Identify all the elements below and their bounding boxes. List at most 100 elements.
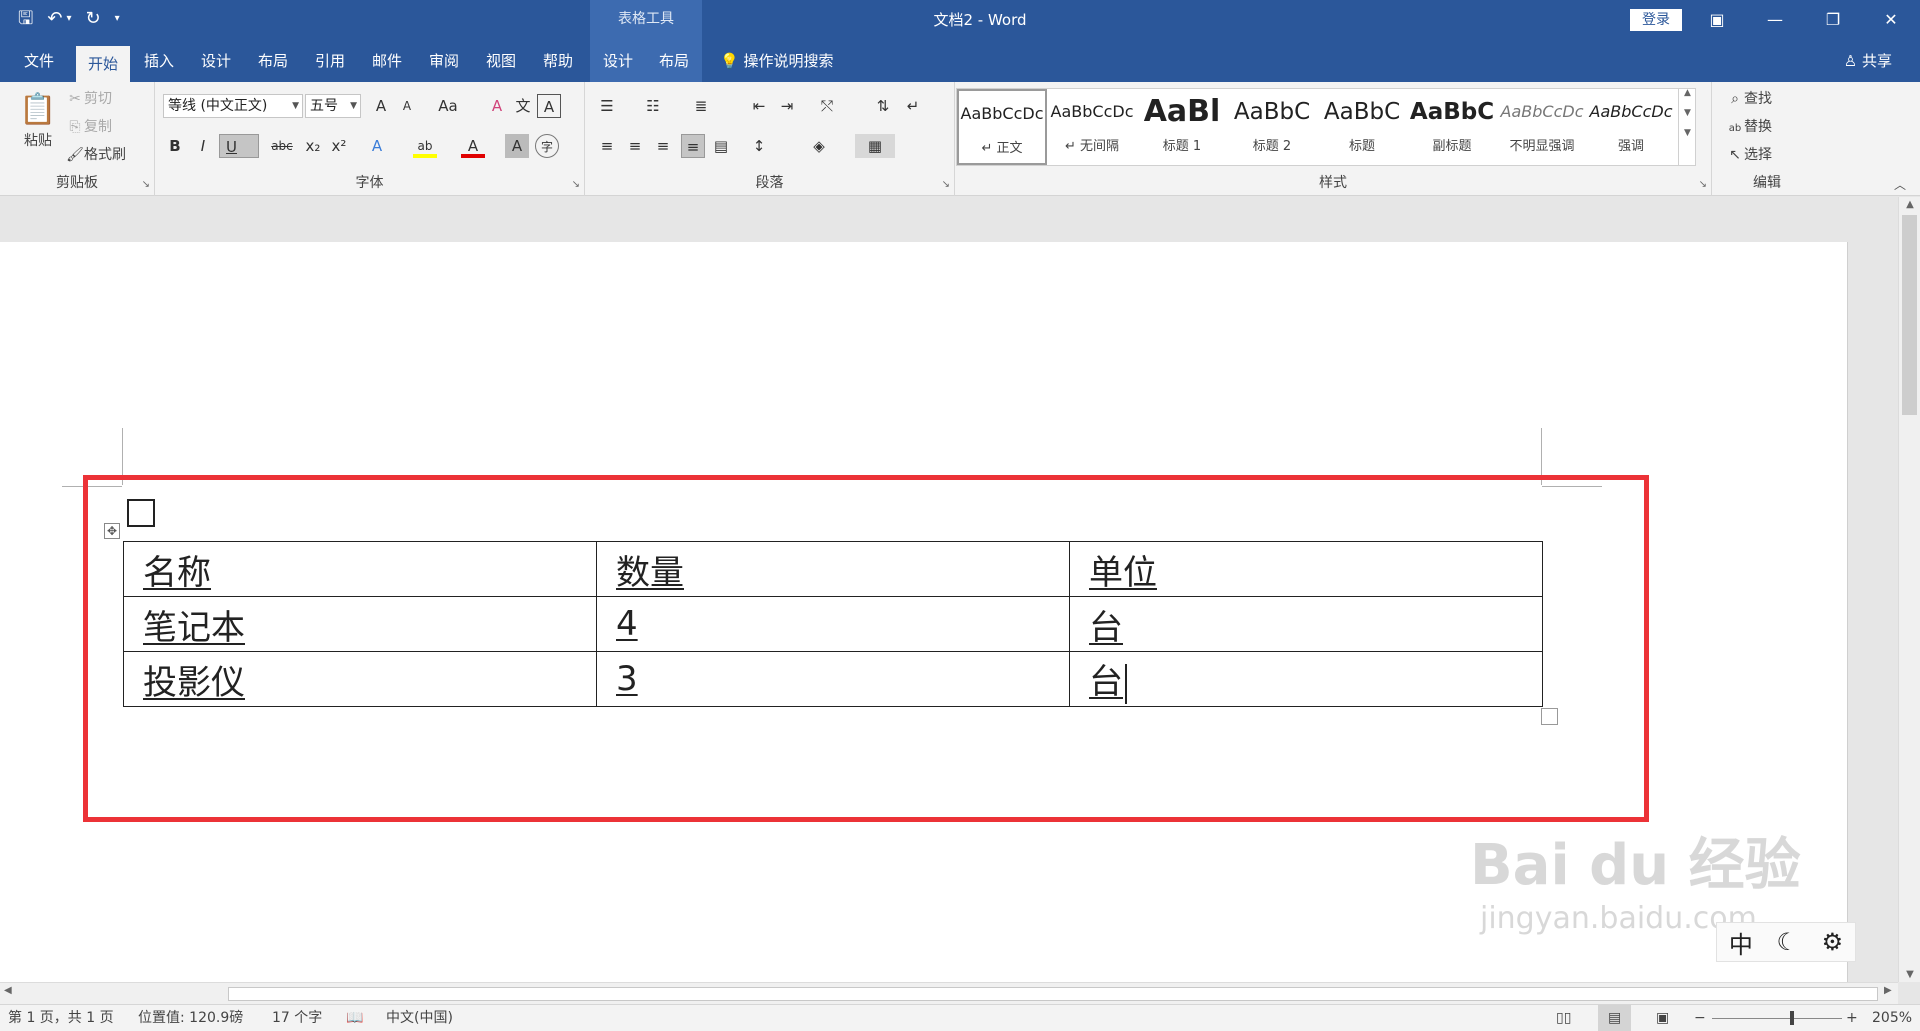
moon-icon[interactable]: ☾ <box>1776 928 1798 956</box>
copy-button[interactable]: ⎘ 复制 <box>66 116 112 136</box>
italic-button[interactable]: I <box>191 134 215 158</box>
justify-icon[interactable]: ≡ <box>681 134 705 158</box>
character-border-button[interactable]: A <box>537 94 561 118</box>
clear-formatting-button[interactable]: A <box>485 94 509 118</box>
paragraph-launcher-icon[interactable]: ↘ <box>942 179 950 190</box>
numbering-icon[interactable]: ☷ <box>641 94 665 118</box>
show-marks-icon[interactable]: ↵ <box>901 94 925 118</box>
ime-mode-button[interactable]: 中 <box>1729 925 1753 960</box>
chevron-up-icon[interactable]: ▲ <box>1679 88 1696 98</box>
tab-mailings[interactable]: 邮件 <box>364 40 410 82</box>
scroll-down-icon[interactable]: ▼ <box>1899 969 1920 980</box>
language[interactable]: 中文(中国) <box>386 1005 453 1031</box>
shading-icon[interactable]: ◈ <box>807 134 831 158</box>
text-direction-icon[interactable]: ⤲ <box>815 94 839 118</box>
zoom-level[interactable]: 205% <box>1872 1005 1912 1031</box>
highlight-button[interactable]: ab <box>413 134 437 158</box>
cut-button[interactable]: ✂ 剪切 <box>66 88 112 108</box>
style-normal[interactable]: AaBbCcDc ↵ 正文 <box>957 89 1047 165</box>
ribbon-display-options-icon[interactable]: ▣ <box>1688 0 1746 40</box>
login-button[interactable]: 登录 <box>1630 9 1682 31</box>
share-button[interactable]: ♙ 共享 <box>1844 40 1892 82</box>
multilevel-list-icon[interactable]: ≣ <box>689 94 713 118</box>
styles-gallery-scroll[interactable]: ▲ ▼ ▼ <box>1678 88 1696 166</box>
read-mode-icon[interactable]: ▯▯ <box>1556 1005 1571 1031</box>
horizontal-scrollbar[interactable]: ◀ ▶ <box>0 982 1898 1004</box>
tab-table-layout[interactable]: 布局 <box>651 40 697 82</box>
zoom-slider-thumb[interactable] <box>1790 1011 1794 1025</box>
close-icon[interactable]: ✕ <box>1862 0 1920 40</box>
change-case-button[interactable]: Aa <box>431 94 465 118</box>
zoom-out-icon[interactable]: − <box>1694 1005 1706 1031</box>
find-button[interactable]: ⌕ 查找 <box>1726 88 1772 108</box>
styles-launcher-icon[interactable]: ↘ <box>1699 179 1707 190</box>
tab-insert[interactable]: 插入 <box>136 40 182 82</box>
align-center-icon[interactable]: ≡ <box>623 134 647 158</box>
tab-design[interactable]: 设计 <box>193 40 239 82</box>
word-count[interactable]: 17 个字 <box>272 1005 322 1031</box>
align-left-icon[interactable]: ≡ <box>595 134 619 158</box>
select-button[interactable]: ↖ 选择 <box>1726 144 1772 164</box>
style-subtle-emphasis[interactable]: AaBbCcDc 不明显强调 <box>1497 89 1587 165</box>
web-layout-icon[interactable]: ▣ <box>1656 1005 1669 1031</box>
align-right-icon[interactable]: ≡ <box>651 134 675 158</box>
font-color-button[interactable]: A <box>461 134 485 158</box>
collapse-ribbon-icon[interactable]: ︿ <box>1894 176 1906 193</box>
font-launcher-icon[interactable]: ↘ <box>572 179 580 190</box>
redo-icon[interactable]: ↻ <box>85 8 100 30</box>
line-spacing-icon[interactable]: ↕ <box>747 134 771 158</box>
style-no-spacing[interactable]: AaBbCcDc ↵ 无间隔 <box>1047 89 1137 165</box>
distributed-icon[interactable]: ▤ <box>709 134 733 158</box>
style-heading-1[interactable]: AaBl 标题 1 <box>1137 89 1227 165</box>
phonetic-guide-button[interactable]: 文 <box>511 94 535 118</box>
proofing-icon[interactable]: 📖 <box>346 1005 363 1031</box>
vertical-scroll-thumb[interactable] <box>1902 215 1917 415</box>
scroll-left-icon[interactable]: ◀ <box>4 985 12 996</box>
style-subtitle[interactable]: AaBbC 副标题 <box>1407 89 1497 165</box>
increase-indent-icon[interactable]: ⇥ <box>775 94 799 118</box>
text-effects-button[interactable]: A <box>365 134 389 158</box>
tab-view[interactable]: 视图 <box>478 40 524 82</box>
customize-qat-icon[interactable]: ▾ <box>115 8 120 30</box>
style-title[interactable]: AaBbC 标题 <box>1317 89 1407 165</box>
zoom-in-icon[interactable]: + <box>1846 1005 1858 1031</box>
page-count[interactable]: 第 1 页，共 1 页 <box>8 1005 114 1031</box>
borders-icon[interactable]: ▦ <box>855 134 895 158</box>
tell-me-search[interactable]: 💡 操作说明搜索 <box>720 40 833 82</box>
character-shading-button[interactable]: A <box>505 134 529 158</box>
shrink-font-button[interactable]: A <box>395 94 419 118</box>
zoom-slider[interactable] <box>1712 1018 1842 1019</box>
save-icon[interactable]: 🖫 <box>18 8 33 30</box>
minimize-icon[interactable]: — <box>1746 0 1804 40</box>
tab-references[interactable]: 引用 <box>307 40 353 82</box>
subscript-button[interactable]: x₂ <box>301 134 325 158</box>
style-emphasis[interactable]: AaBbCcDc 强调 <box>1587 89 1675 165</box>
tab-home[interactable]: 开始 <box>76 46 130 82</box>
undo-icon[interactable]: ↶ <box>47 8 62 30</box>
gear-icon[interactable]: ⚙ <box>1822 928 1844 956</box>
style-heading-2[interactable]: AaBbC 标题 2 <box>1227 89 1317 165</box>
bold-button[interactable]: B <box>163 134 187 158</box>
replace-button[interactable]: ab 替换 <box>1726 116 1772 136</box>
sort-icon[interactable]: ⇅ <box>871 94 895 118</box>
tab-file[interactable]: 文件 <box>14 40 64 82</box>
chevron-down-icon[interactable]: ▼ <box>1679 108 1696 118</box>
horizontal-scroll-thumb[interactable] <box>228 987 1878 1001</box>
clipboard-launcher-icon[interactable]: ↘ <box>142 179 150 190</box>
print-layout-icon[interactable]: ▤ <box>1598 1005 1632 1031</box>
paste-button[interactable]: 📋 粘贴 <box>18 90 58 150</box>
undo-dropdown-icon[interactable]: ▾ <box>66 8 71 30</box>
more-styles-icon[interactable]: ▼ <box>1679 128 1696 138</box>
enclose-characters-button[interactable]: 字 <box>535 134 559 158</box>
vertical-scrollbar[interactable]: ▲ ▼ <box>1898 197 1920 982</box>
scroll-up-icon[interactable]: ▲ <box>1899 199 1920 210</box>
tab-help[interactable]: 帮助 <box>535 40 581 82</box>
decrease-indent-icon[interactable]: ⇤ <box>747 94 771 118</box>
scroll-right-icon[interactable]: ▶ <box>1884 985 1892 996</box>
format-painter-button[interactable]: 🖌格式刷 <box>66 144 126 164</box>
strikethrough-button[interactable]: abc <box>267 134 297 158</box>
underline-button[interactable]: U <box>219 134 259 158</box>
grow-font-button[interactable]: A <box>369 94 393 118</box>
restore-icon[interactable]: ❐ <box>1804 0 1862 40</box>
tab-table-design[interactable]: 设计 <box>595 40 641 82</box>
